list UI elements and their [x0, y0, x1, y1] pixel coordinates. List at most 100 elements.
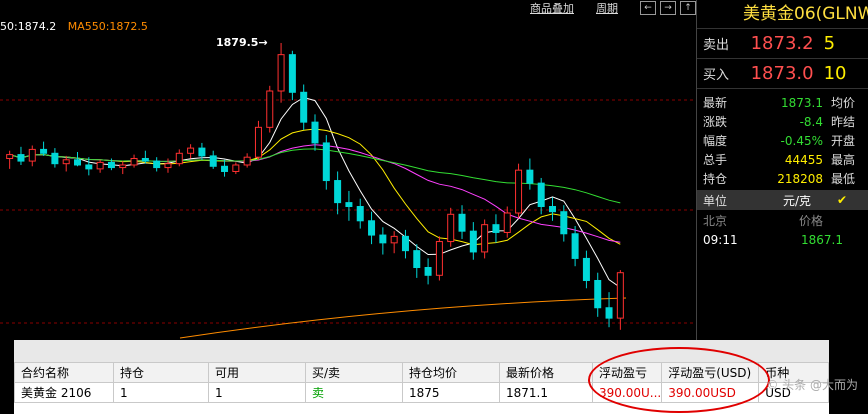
sell-volume: 5 [823, 33, 836, 54]
buy-price: 1873.0 [750, 63, 814, 84]
unit-selector[interactable]: 单位 元/克 ✔ [697, 190, 868, 210]
candlestick-chart[interactable]: 50:1874.2 MA550:1872.5 1879.5→ [0, 0, 696, 340]
tick-header: 北京 价格 [697, 210, 868, 230]
quote-value: 44455 [784, 152, 823, 167]
candle-body [469, 230, 477, 253]
candle-body [503, 212, 511, 233]
candle-body [164, 163, 172, 169]
quote-value: 218208 [777, 171, 823, 186]
quote-label: 最新 [703, 96, 728, 110]
cell-position: 1 [113, 382, 209, 403]
candle-body [288, 54, 296, 93]
overlay-button[interactable]: 商品叠加 [530, 0, 574, 16]
candle-body [209, 155, 217, 167]
quote-row-open-interest: 持仓 218208 最低 [697, 169, 868, 188]
candle-body [300, 91, 308, 123]
period-button[interactable]: 周期 [596, 0, 618, 16]
candle-body [254, 126, 262, 158]
candle-body [198, 147, 206, 157]
quote-label: 持仓 [703, 172, 728, 186]
peak-price-label: 1879.5→ [216, 36, 268, 49]
candle-body [435, 241, 443, 276]
cell-avg-price: 1875 [402, 382, 500, 403]
cell-last-price: 1871.1 [499, 382, 593, 403]
buy-row[interactable]: 买入 1873.0 10 [697, 59, 868, 89]
candle-body [345, 202, 353, 208]
quote-label2: 最低 [831, 172, 856, 186]
ma-legend-item-1: 50:1874.2 [0, 20, 57, 33]
positions-table: 合约名称 持仓 可用 买/卖 持仓均价 最新价格 浮动盈亏 浮动盈亏(USD) … [14, 362, 829, 403]
table-header: 合约名称 持仓 可用 买/卖 持仓均价 最新价格 浮动盈亏 浮动盈亏(USD) … [14, 362, 829, 383]
nav-left-icon[interactable]: ← [640, 1, 656, 15]
col-last-price[interactable]: 最新价格 [499, 362, 593, 383]
candle-body [221, 165, 229, 172]
quote-row-last: 最新 1873.1 均价 [697, 93, 868, 112]
quote-label: 涨跌 [703, 115, 728, 129]
candle-body [492, 224, 500, 233]
candle-body [582, 257, 590, 281]
candle-body [6, 154, 14, 159]
quote-value: -0.45% [780, 133, 823, 148]
candle-body [51, 152, 59, 165]
candle-body [356, 206, 364, 222]
col-position[interactable]: 持仓 [113, 362, 209, 383]
tick-location: 北京 [703, 213, 728, 228]
candle-body [130, 157, 138, 166]
cell-contract: 美黄金 2106 [14, 382, 114, 403]
chart-canvas [0, 42, 696, 339]
cell-float-pl-usd: 390.00USD [661, 382, 760, 403]
candle-body [458, 213, 466, 232]
positions-toolbar [14, 340, 829, 362]
candle-body [96, 161, 104, 170]
candle-body [322, 142, 330, 182]
candle-body [62, 159, 70, 165]
candle-body [277, 54, 285, 92]
quote-row-change: 涨跌 -8.4 昨结 [697, 112, 868, 131]
candle-body [571, 233, 579, 259]
candle-body [368, 220, 376, 236]
candle-body [85, 164, 93, 170]
col-avg-price[interactable]: 持仓均价 [402, 362, 500, 383]
tick-row: 09:11 1867.1 [697, 230, 868, 250]
sell-row[interactable]: 卖出 1873.2 5 [697, 29, 868, 59]
col-float-pl[interactable]: 浮动盈亏 [591, 362, 663, 383]
quote-label: 总手 [703, 153, 728, 167]
candle-body [616, 272, 624, 319]
candle-body [40, 148, 48, 154]
candle-body [424, 267, 432, 276]
ma-legend-item-2: MA550:1872.5 [67, 20, 148, 33]
col-contract[interactable]: 合约名称 [14, 362, 114, 383]
candle-body [401, 235, 409, 252]
candle-body [232, 164, 240, 172]
candle-body [390, 235, 398, 244]
candle-body [548, 206, 556, 213]
table-row[interactable]: 美黄金 2106 1 1 卖 1875 1871.1 390.00U... 39… [14, 382, 829, 403]
quote-row-volume: 总手 44455 最高 [697, 150, 868, 169]
candle-body [28, 148, 36, 162]
nav-right-icon[interactable]: → [660, 1, 676, 15]
col-float-pl-usd[interactable]: 浮动盈亏(USD) [661, 362, 760, 383]
tick-price: 1867.1 [801, 233, 843, 247]
candle-body [515, 169, 523, 214]
moving-average-legend: 50:1874.2 MA550:1872.5 [0, 20, 156, 33]
candle-body [141, 157, 149, 162]
candle-body [334, 180, 342, 204]
candle-body [107, 161, 115, 169]
candle-body [311, 121, 319, 144]
candle-body [560, 211, 568, 235]
long-moving-average-line [179, 297, 627, 339]
candle-body [266, 90, 274, 128]
candle-body [537, 182, 545, 208]
candle-body [379, 234, 387, 244]
positions-panel: 合约名称 持仓 可用 买/卖 持仓均价 最新价格 浮动盈亏 浮动盈亏(USD) … [14, 340, 829, 414]
candle-body [447, 213, 455, 243]
quote-label2: 昨结 [831, 115, 856, 129]
chart-toolbar: 商品叠加 周期 ← → ↑ [530, 0, 696, 16]
nav-up-icon[interactable]: ↑ [680, 1, 696, 15]
quote-label: 幅度 [703, 134, 728, 148]
col-available[interactable]: 可用 [208, 362, 306, 383]
quote-value: -8.4 [799, 114, 823, 129]
sell-label: 卖出 [703, 38, 730, 53]
candle-body [17, 154, 25, 162]
col-side[interactable]: 买/卖 [305, 362, 403, 383]
